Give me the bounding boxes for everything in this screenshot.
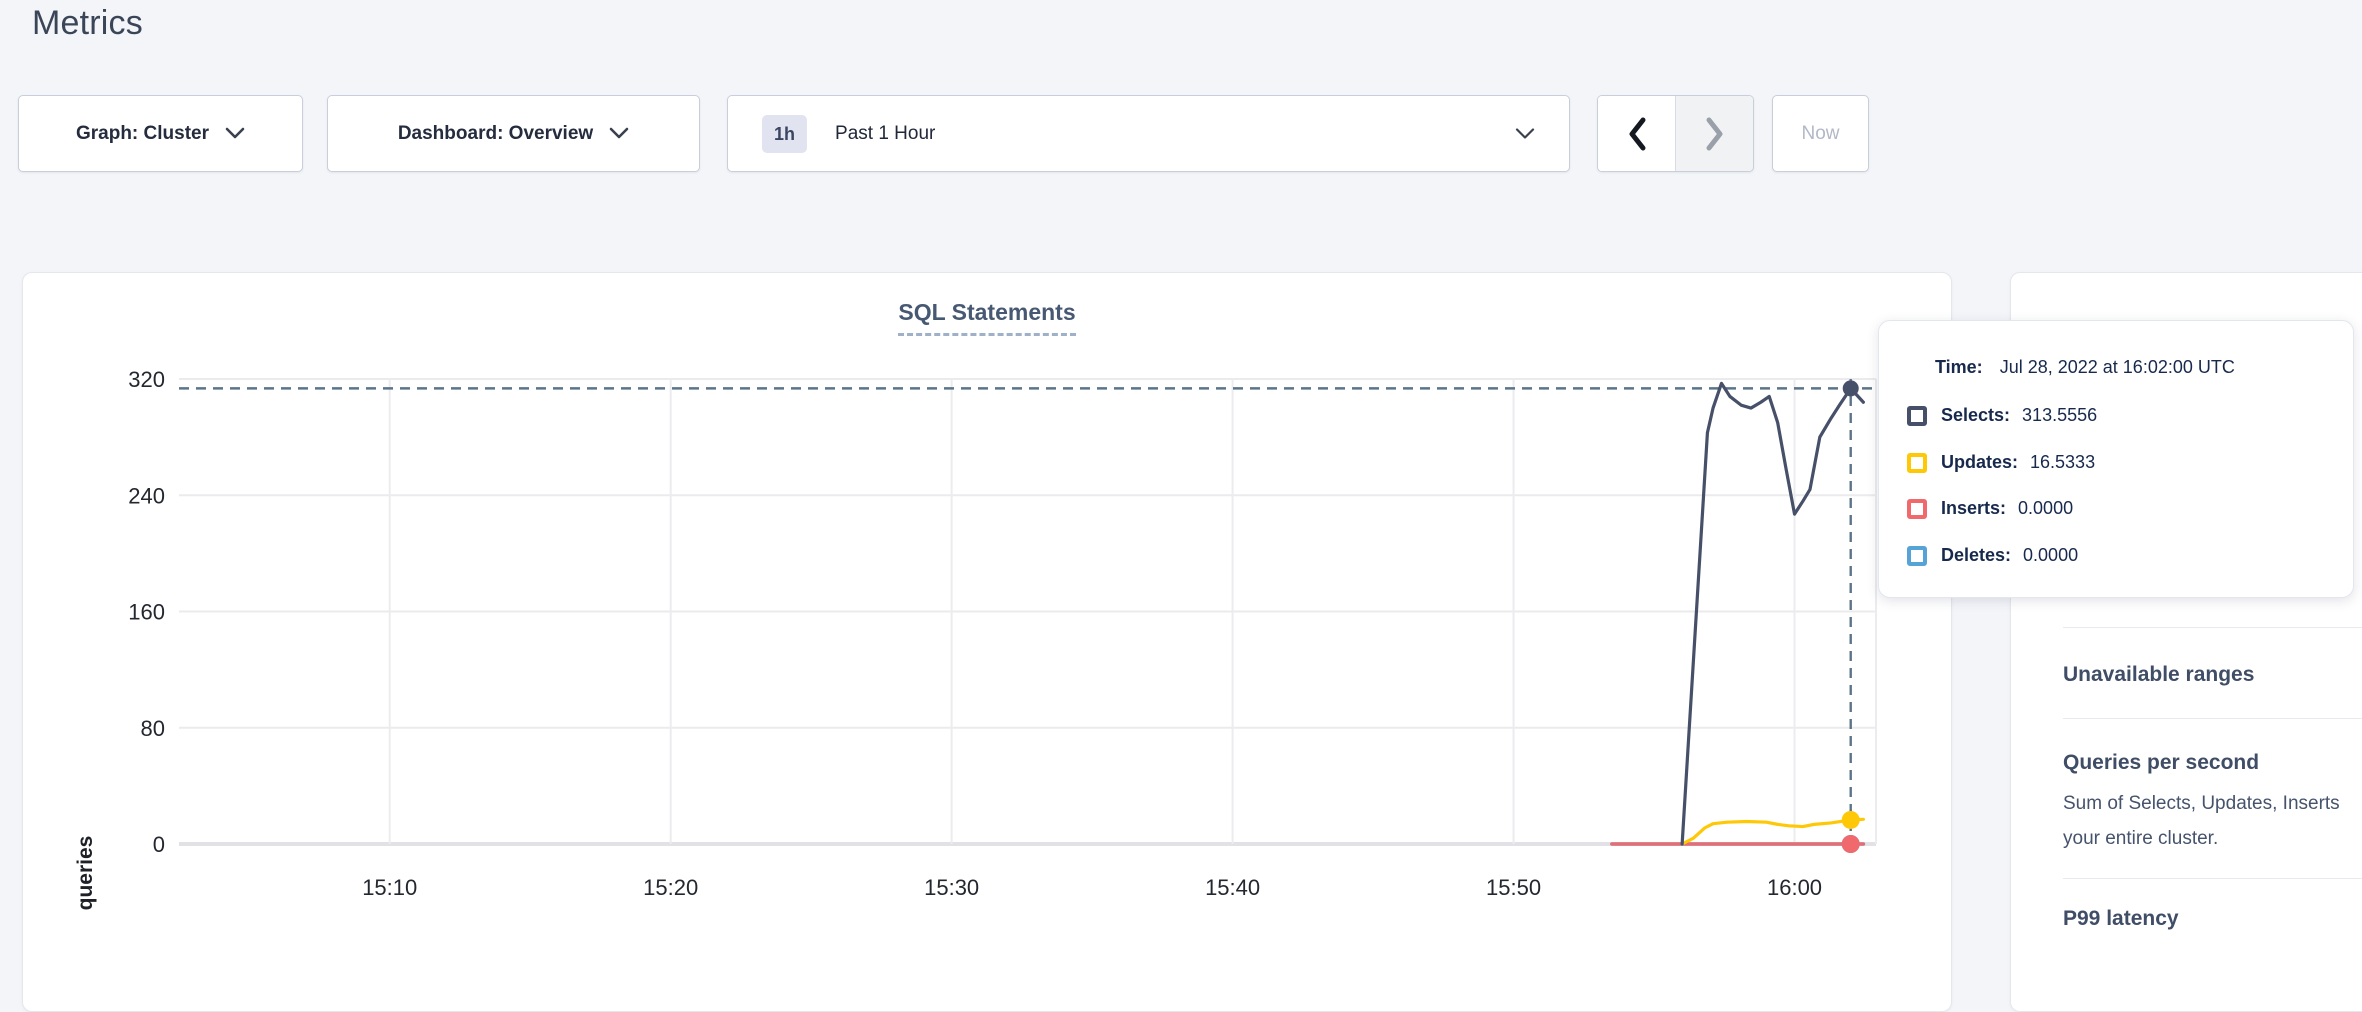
next-range-button[interactable] — [1676, 96, 1753, 171]
tooltip-time-value: Jul 28, 2022 at 16:02:00 UTC — [2000, 357, 2235, 377]
updates-swatch — [1907, 453, 1927, 473]
updates-hover-dot — [1842, 811, 1860, 829]
y-tick-label: 320 — [128, 367, 165, 392]
y-axis-label: queries — [74, 836, 98, 911]
x-tick-label: 15:40 — [1205, 875, 1260, 900]
graph-dropdown[interactable]: Graph: Cluster — [18, 95, 303, 172]
time-range-label: Past 1 Hour — [835, 123, 935, 145]
tooltip-row-updates: Updates: 16.5333 — [1907, 452, 2095, 473]
time-range-badge: 1h — [762, 115, 807, 153]
time-range-picker[interactable]: 1h Past 1 Hour — [727, 95, 1570, 172]
chevron-down-icon — [225, 127, 245, 140]
inserts-hover-dot — [1842, 835, 1860, 853]
now-button[interactable]: Now — [1772, 95, 1869, 172]
y-tick-label: 0 — [153, 832, 165, 857]
selects-swatch — [1907, 406, 1927, 426]
sidebar-item-p99-latency: P99 latency — [2063, 907, 2179, 931]
selects-line — [1682, 383, 1863, 844]
tooltip-time-row: Time: Jul 28, 2022 at 16:02:00 UTC — [1935, 357, 2235, 378]
divider — [2063, 718, 2362, 719]
sidebar-item-queries-per-second: Queries per second — [2063, 751, 2259, 775]
chevron-down-icon — [1515, 127, 1535, 140]
divider — [2063, 878, 2362, 879]
chart-card: 0 80 160 240 320 15:10 15:20 15:30 15:40 15:50 16:… — [22, 272, 1952, 1012]
inserts-swatch — [1907, 499, 1927, 519]
y-tick-label: 80 — [141, 716, 165, 741]
prev-range-button[interactable] — [1598, 96, 1676, 171]
chevron-right-icon — [1705, 116, 1725, 152]
tooltip-row-selects: Selects: 313.5556 — [1907, 405, 2097, 426]
x-tick-label: 15:10 — [362, 875, 417, 900]
tooltip-row-deletes: Deletes: 0.0000 — [1907, 545, 2078, 566]
tooltip-time-label: Time: — [1935, 357, 1983, 377]
divider — [2063, 627, 2362, 628]
graph-dropdown-label: Graph: Cluster — [76, 123, 209, 145]
queries-per-second-description: Sum of Selects, Updates, Inserts — [2063, 793, 2340, 815]
x-tick-label: 15:30 — [924, 875, 979, 900]
selects-hover-dot — [1843, 380, 1859, 396]
chevron-down-icon — [609, 127, 629, 140]
hover-tooltip: Time: Jul 28, 2022 at 16:02:00 UTC Selec… — [1878, 320, 2354, 598]
tooltip-row-inserts: Inserts: 0.0000 — [1907, 498, 2073, 519]
x-tick-label: 16:00 — [1767, 875, 1822, 900]
x-tick-label: 15:20 — [643, 875, 698, 900]
chevron-left-icon — [1627, 116, 1647, 152]
y-tick-label: 240 — [128, 483, 165, 508]
sql-statements-chart[interactable]: 0 80 160 240 320 15:10 15:20 15:30 15:40 15:50 16:… — [23, 273, 1951, 1011]
dashboard-dropdown-label: Dashboard: Overview — [398, 123, 593, 145]
toolbar: Graph: Cluster Dashboard: Overview 1h Pa… — [0, 95, 2362, 172]
dashboard-dropdown[interactable]: Dashboard: Overview — [327, 95, 700, 172]
time-nav-group — [1597, 95, 1754, 172]
deletes-swatch — [1907, 546, 1927, 566]
y-tick-label: 160 — [128, 600, 165, 625]
x-tick-label: 15:50 — [1486, 875, 1541, 900]
sidebar-item-unavailable-ranges: Unavailable ranges — [2063, 663, 2254, 687]
chart-title[interactable]: SQL Statements — [898, 299, 1075, 336]
queries-per-second-description: your entire cluster. — [2063, 828, 2218, 850]
page-title: Metrics — [32, 4, 143, 43]
updates-line — [1682, 819, 1863, 844]
